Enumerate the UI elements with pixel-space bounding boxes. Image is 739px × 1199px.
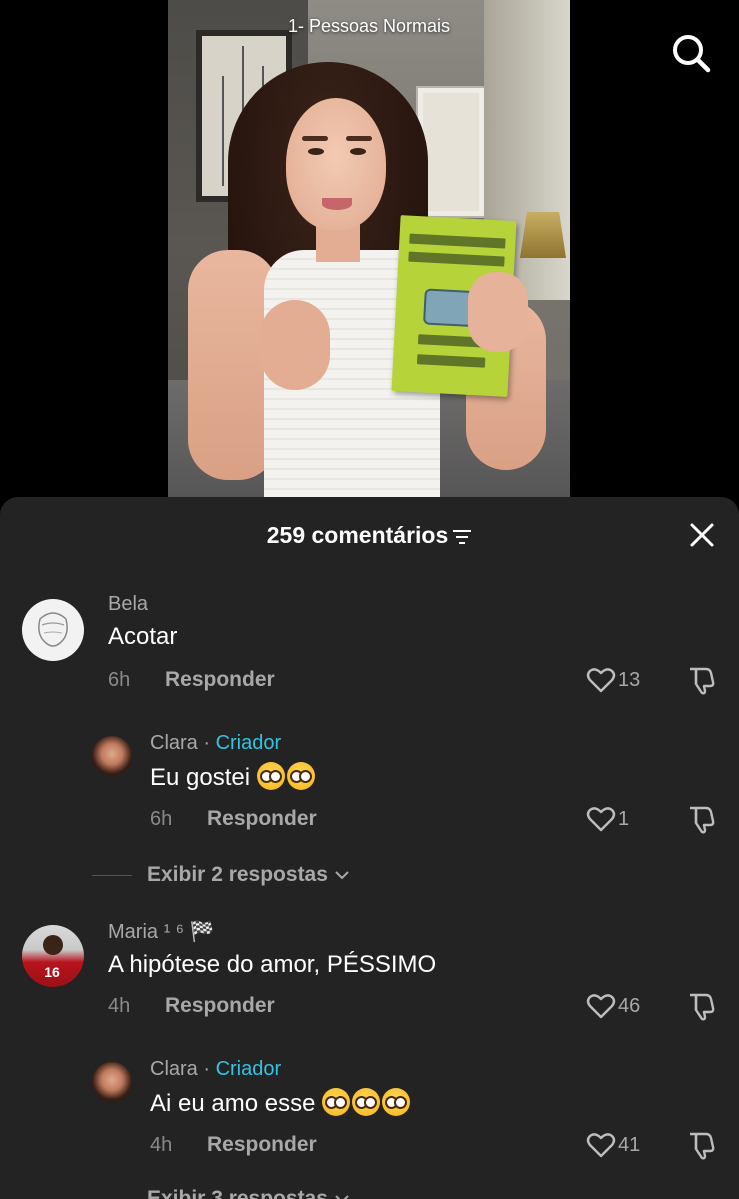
comment-username[interactable]: Bela bbox=[108, 593, 148, 616]
divider-line bbox=[92, 874, 132, 876]
comments-header: 259 comentários bbox=[0, 519, 739, 551]
video-title: 1- Pessoas Normais bbox=[287, 16, 451, 36]
like-count: 1 bbox=[618, 807, 630, 830]
like-button[interactable]: 13 bbox=[586, 666, 640, 694]
person-face bbox=[286, 98, 386, 230]
comment-text: A hipótese do amor, PÉSSIMO bbox=[108, 951, 437, 978]
chevron-down-icon bbox=[335, 1195, 349, 1199]
heart-icon bbox=[586, 668, 616, 693]
comment-text: Acotar bbox=[108, 623, 178, 650]
comment-username[interactable]: Maria ¹ ⁶ 🏁 bbox=[108, 919, 214, 944]
avatar[interactable] bbox=[92, 736, 132, 776]
pleading-face-icon bbox=[352, 1088, 381, 1116]
comment-username[interactable]: Clara · Criador bbox=[150, 732, 281, 755]
thumbs-down-icon[interactable] bbox=[686, 991, 716, 1021]
heart-icon bbox=[586, 807, 616, 832]
thumbs-down-icon[interactable] bbox=[686, 1130, 716, 1160]
heart-icon bbox=[586, 1133, 616, 1158]
video-player[interactable]: 1- Pessoas Normais bbox=[168, 0, 570, 498]
like-count: 46 bbox=[618, 994, 641, 1017]
reply-button[interactable]: Responder bbox=[207, 1133, 317, 1157]
reply-button[interactable]: Responder bbox=[165, 994, 275, 1018]
comment-time: 6h bbox=[150, 808, 173, 830]
avatar[interactable]: 16 bbox=[22, 925, 84, 987]
avatar[interactable] bbox=[92, 1062, 132, 1102]
comment-text: Eu gostei bbox=[150, 762, 317, 792]
like-count: 41 bbox=[618, 1133, 641, 1156]
thumbs-down-icon[interactable] bbox=[686, 665, 716, 695]
heart-icon bbox=[586, 994, 616, 1019]
comment-time: 6h bbox=[108, 669, 131, 691]
like-count: 13 bbox=[618, 668, 641, 691]
reply-button[interactable]: Responder bbox=[165, 668, 275, 692]
comment-text: Ai eu amo esse bbox=[150, 1088, 412, 1118]
comment-count: 259 comentários bbox=[266, 521, 449, 548]
creator-badge: Criador bbox=[215, 1058, 282, 1080]
like-button[interactable]: 1 bbox=[586, 805, 629, 833]
view-replies-button[interactable]: Exibir 2 respostas bbox=[92, 863, 350, 887]
close-icon[interactable] bbox=[686, 519, 718, 551]
creator-badge: Criador bbox=[215, 732, 282, 754]
lamp bbox=[520, 212, 566, 258]
person-thumb bbox=[468, 272, 528, 352]
pleading-face-icon bbox=[322, 1088, 351, 1116]
thumbs-down-icon[interactable] bbox=[686, 804, 716, 834]
pleading-face-icon bbox=[382, 1088, 411, 1116]
like-button[interactable]: 46 bbox=[586, 992, 640, 1020]
flushed-face-icon bbox=[256, 762, 285, 790]
avatar[interactable] bbox=[22, 599, 84, 661]
comments-sheet: 259 comentários Bela Acotar 6h Responder… bbox=[0, 497, 739, 1199]
reply-button[interactable]: Responder bbox=[207, 807, 317, 831]
filter-lines-icon[interactable] bbox=[452, 529, 472, 545]
flushed-face-icon bbox=[286, 762, 315, 790]
comment-time: 4h bbox=[150, 1134, 173, 1156]
person-hand bbox=[260, 300, 330, 390]
like-button[interactable]: 41 bbox=[586, 1131, 640, 1159]
view-replies-button[interactable]: Exibir 3 respostas bbox=[92, 1187, 350, 1199]
comment-time: 4h bbox=[108, 995, 131, 1017]
search-icon[interactable] bbox=[670, 32, 712, 74]
chevron-down-icon bbox=[335, 871, 349, 880]
svg-text:16: 16 bbox=[44, 964, 60, 980]
comment-username[interactable]: Clara · Criador bbox=[150, 1058, 281, 1081]
